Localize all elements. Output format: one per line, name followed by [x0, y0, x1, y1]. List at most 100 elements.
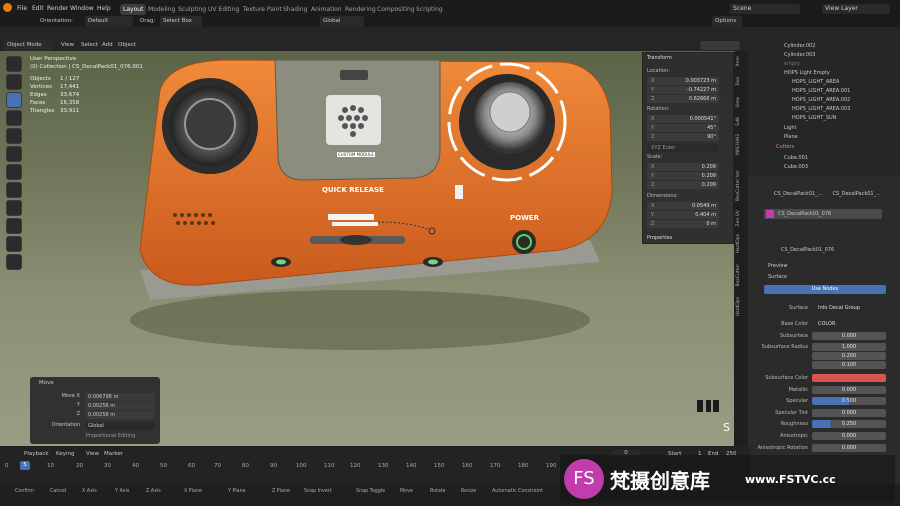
- cad-tool-icon[interactable]: [6, 218, 22, 234]
- scale-y-field[interactable]: Y 0.209: [647, 172, 719, 180]
- prop-row[interactable]: Specular 0.500: [748, 396, 900, 406]
- prop-row[interactable]: Anisotropic Rotation 0.000: [748, 443, 900, 453]
- scale-tool-icon[interactable]: [6, 128, 22, 144]
- prop-row[interactable]: Subsurface 0.000: [748, 331, 900, 341]
- properties-header[interactable]: Properties: [647, 235, 672, 241]
- outliner-item[interactable]: HOPS_LIGHT_AREA.002: [748, 96, 900, 104]
- vp-menu-select[interactable]: Select: [81, 40, 98, 51]
- outliner-item[interactable]: Cube.003: [748, 163, 900, 171]
- options-dropdown[interactable]: Options: [712, 16, 742, 27]
- orientation-dropdown[interactable]: Default: [85, 16, 133, 27]
- move-x-row[interactable]: Move X 0.006798 m: [30, 393, 160, 401]
- tab-animation[interactable]: Animation: [308, 4, 345, 15]
- rotate-tool-icon[interactable]: [6, 110, 22, 126]
- scene-selector[interactable]: Scene: [730, 4, 800, 14]
- timeline-menu-view[interactable]: View: [86, 451, 99, 457]
- outliner-item[interactable]: Light: [748, 124, 900, 132]
- view-layer-selector[interactable]: View Layer: [822, 4, 890, 14]
- tab-hardops[interactable]: HardOps: [736, 234, 746, 254]
- material-slot-list[interactable]: CS_DecalPack01_076: [764, 209, 882, 219]
- vp-menu-object[interactable]: Object: [118, 40, 136, 51]
- surface-panel-header[interactable]: Surface: [748, 272, 900, 282]
- tab-machin3[interactable]: MACHIN3: [736, 134, 746, 155]
- prop-row[interactable]: Surface Info Decal Group: [748, 303, 900, 313]
- prop-row[interactable]: Base Color COLOR: [748, 319, 900, 329]
- rotation-mode-dropdown[interactable]: XYZ Euler: [647, 144, 719, 152]
- timeline-menu-marker[interactable]: Marker: [104, 451, 123, 457]
- prop-row[interactable]: Specular Tint 0.000: [748, 408, 900, 418]
- vp-menu-add[interactable]: Add: [102, 40, 113, 51]
- tab-hardops-2[interactable]: HardOps: [736, 297, 746, 317]
- mode-dropdown[interactable]: Object Mode: [4, 40, 52, 51]
- timeline-menu-playback[interactable]: Playback: [24, 451, 49, 457]
- prop-row[interactable]: Anisotropic 0.000: [748, 431, 900, 441]
- outliner-item[interactable]: Cylinder.003: [748, 51, 900, 59]
- menu-file[interactable]: File: [17, 4, 27, 14]
- use-nodes-button[interactable]: Use Nodes: [764, 285, 886, 294]
- tab-modeling[interactable]: Modeling: [145, 4, 178, 15]
- location-y-field[interactable]: Y -0.74227 m: [647, 86, 719, 94]
- menu-help[interactable]: Help: [97, 4, 111, 14]
- dimension-z-field[interactable]: Z0 m: [647, 220, 719, 228]
- tab-layout[interactable]: Layout: [120, 4, 147, 15]
- outliner-item[interactable]: empty: [748, 60, 900, 68]
- transform-orientation-dropdown[interactable]: Global: [320, 16, 364, 27]
- outliner-item[interactable]: Cylinder.002: [748, 42, 900, 50]
- rotation-y-field[interactable]: Y 45°: [647, 124, 719, 132]
- tab-zen-uv[interactable]: Zen UV: [736, 210, 746, 227]
- move-orientation-row[interactable]: Orientation Global: [30, 422, 160, 430]
- tab-sculpting[interactable]: Sculpting: [175, 4, 209, 15]
- tab-uv-editing[interactable]: UV Editing: [205, 4, 242, 15]
- dimension-y-field[interactable]: Y 0.404 m: [647, 211, 719, 219]
- outliner-item[interactable]: Cutters: [748, 143, 900, 151]
- menu-window[interactable]: Window: [70, 4, 94, 14]
- rotation-z-field[interactable]: Z 90°: [647, 133, 719, 141]
- tab-texture-paint[interactable]: Texture Paint: [240, 4, 285, 15]
- move-tool-icon[interactable]: [6, 92, 22, 108]
- location-z-field[interactable]: Z 0.62666 m: [647, 95, 719, 103]
- tab-tool[interactable]: Tool: [736, 77, 746, 86]
- blender-logo-icon[interactable]: [3, 3, 12, 12]
- tab-item[interactable]: Item: [736, 56, 746, 66]
- move-z-row[interactable]: Z 0.00256 m: [30, 411, 160, 419]
- tab-scripting[interactable]: Scripting: [413, 4, 446, 15]
- prop-row[interactable]: 0.100: [748, 360, 900, 370]
- transform-header[interactable]: Transform: [647, 55, 672, 61]
- menu-edit[interactable]: Edit: [32, 4, 44, 14]
- timeline-menu-keying[interactable]: Keying: [56, 451, 74, 457]
- material-selector[interactable]: CS_DecalPack01_076: [748, 246, 900, 256]
- rotation-x-field[interactable]: X 0.000541°: [647, 115, 719, 123]
- outliner-item[interactable]: HOPS Light Empty: [748, 69, 900, 77]
- outliner-item[interactable]: Plane: [748, 133, 900, 141]
- tab-view[interactable]: View: [736, 97, 746, 108]
- transform-tool-icon[interactable]: [6, 146, 22, 162]
- outliner-item[interactable]: HOPS_LIGHT_SUN: [748, 114, 900, 122]
- move-panel-title[interactable]: Move: [39, 380, 54, 386]
- outliner-item[interactable]: HOPS_LIGHT_AREA.003: [748, 105, 900, 113]
- outliner-item[interactable]: HOPS_LIGHT_AREA.001: [748, 87, 900, 95]
- shading-mode-buttons[interactable]: [700, 41, 740, 50]
- add-cube-tool-icon[interactable]: [6, 236, 22, 252]
- hops-tool-icon[interactable]: [6, 254, 22, 270]
- location-x-field[interactable]: X 0.003723 m: [647, 77, 719, 85]
- prop-row[interactable]: Subsurface Color: [748, 373, 900, 383]
- dimension-x-field[interactable]: X 0.0549 m: [647, 202, 719, 210]
- tab-boxcutter-ver[interactable]: BoxCutter Ver: [736, 170, 746, 201]
- measure-tool-icon[interactable]: [6, 182, 22, 198]
- proportional-editing-checkbox[interactable]: Proportional Editing: [86, 433, 135, 439]
- playhead-frame[interactable]: 5: [20, 461, 30, 470]
- outliner-item[interactable]: HOPS_LIGHT_AREA: [748, 78, 900, 86]
- annotate-tool-icon[interactable]: [6, 164, 22, 180]
- tab-shading[interactable]: Shading: [280, 4, 310, 15]
- prop-row[interactable]: Roughness 0.250: [748, 419, 900, 429]
- select-tool-icon[interactable]: [6, 56, 22, 72]
- vp-menu-view[interactable]: View: [61, 40, 74, 51]
- box-cutter-tool-icon[interactable]: [6, 200, 22, 216]
- menu-render[interactable]: Render: [47, 4, 68, 14]
- prop-row[interactable]: Metallic 0.000: [748, 385, 900, 395]
- preview-panel-header[interactable]: Preview: [748, 261, 900, 271]
- tab-boxcutter[interactable]: BoxCutter: [736, 264, 746, 287]
- scale-z-field[interactable]: Z 0.209: [647, 181, 719, 189]
- cursor-tool-icon[interactable]: [6, 74, 22, 90]
- move-y-row[interactable]: Y 0.00256 m: [30, 402, 160, 410]
